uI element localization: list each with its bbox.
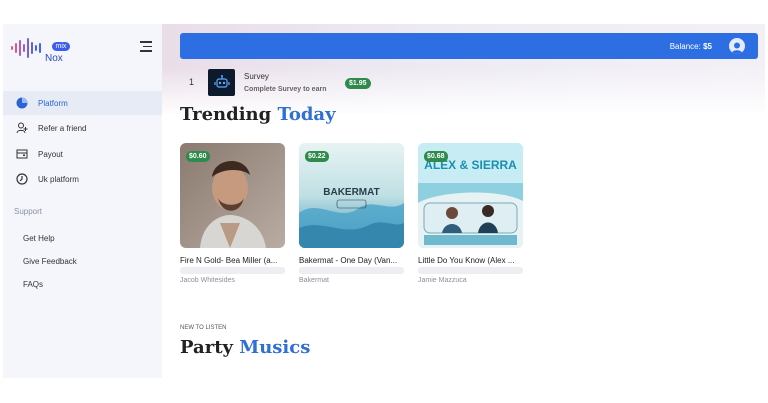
survey-thumbnail[interactable]: [208, 69, 235, 96]
album-art[interactable]: $0.68 ALEX & SIERRA: [418, 143, 523, 248]
album-art[interactable]: $0.60: [180, 143, 285, 248]
balance-value: $5: [703, 42, 712, 51]
menu-toggle-icon[interactable]: [140, 41, 152, 53]
sidebar-item-refer[interactable]: Refer a friend: [3, 116, 162, 140]
price-badge: $0.68: [424, 151, 448, 162]
section-kicker: NEW TO LISTEN: [180, 325, 227, 331]
logo[interactable]: mix Nox: [11, 36, 91, 66]
balance-display: Balance: $5: [670, 42, 712, 51]
sidebar-item-label: Uk platform: [38, 174, 79, 184]
track-artist[interactable]: Jamie Mazzuca: [418, 277, 523, 284]
section-title-accent: Today: [277, 104, 336, 125]
progress-bar: [180, 267, 285, 274]
track-card[interactable]: $0.68 ALEX & SIERRA Little Do You Know (…: [418, 143, 523, 284]
top-bar: Balance: $5: [180, 33, 758, 59]
logo-badge: mix: [52, 42, 70, 51]
sidebar-item-label: Payout: [38, 149, 63, 159]
clock-icon: [15, 172, 29, 186]
album-art-text: BAKERMAT: [323, 187, 379, 198]
pie-chart-icon: [15, 96, 29, 110]
soundwave-logo-icon: [11, 38, 41, 58]
avatar[interactable]: [729, 38, 745, 54]
sidebar-item-label: Refer a friend: [38, 123, 87, 133]
sidebar: mix Nox Platform Refer a friend Payout U…: [3, 24, 162, 378]
survey-title[interactable]: Survey: [244, 72, 269, 81]
section-title-main: Party: [180, 337, 233, 358]
track-card[interactable]: $0.60 Fire N Gold- Bea Miller (a... Jaco…: [180, 143, 285, 284]
survey-subtitle: Complete Survey to earn: [244, 86, 327, 93]
balance-label: Balance:: [669, 42, 701, 51]
support-section-label: Support: [14, 207, 43, 216]
price-badge: $0.60: [186, 151, 210, 162]
sidebar-item-platform[interactable]: Platform: [3, 91, 162, 115]
progress-bar: [418, 267, 523, 274]
support-item-give-feedback[interactable]: Give Feedback: [23, 257, 77, 266]
section-title-trending: Trending Today: [180, 104, 336, 125]
track-title[interactable]: Little Do You Know (Alex ...: [418, 256, 523, 265]
support-item-faqs[interactable]: FAQs: [23, 280, 43, 289]
wallet-icon: [15, 147, 29, 161]
survey-robot-icon: [213, 74, 230, 88]
progress-bar: [299, 267, 404, 274]
add-user-icon: [15, 121, 29, 135]
album-art[interactable]: $0.22 BAKERMAT: [299, 143, 404, 248]
survey-rank: 1: [189, 77, 195, 87]
support-item-get-help[interactable]: Get Help: [23, 234, 55, 243]
section-title-accent: Musics: [239, 337, 311, 358]
sidebar-item-label: Platform: [38, 98, 68, 108]
track-card[interactable]: $0.22 BAKERMAT Bakermat - One Day (Van..…: [299, 143, 404, 284]
app-window: mix Nox Platform Refer a friend Payout U…: [3, 24, 765, 378]
sidebar-item-payout[interactable]: Payout: [3, 142, 162, 166]
section-title-party: Party Musics: [180, 337, 310, 358]
track-title[interactable]: Fire N Gold- Bea Miller (a...: [180, 256, 285, 265]
user-icon: [731, 42, 743, 54]
section-title-main: Trending: [180, 104, 272, 125]
sidebar-item-uk-platform[interactable]: Uk platform: [3, 167, 162, 191]
track-artist[interactable]: Bakermat: [299, 277, 404, 284]
survey-reward-badge: $1.95: [345, 78, 371, 89]
track-artist[interactable]: Jacob Whitesides: [180, 277, 285, 284]
track-title[interactable]: Bakermat - One Day (Van...: [299, 256, 404, 265]
main-content: Balance: $5 1 Survey Complete Survey to …: [162, 24, 765, 378]
price-badge: $0.22: [305, 151, 329, 162]
logo-name: Nox: [45, 53, 63, 64]
